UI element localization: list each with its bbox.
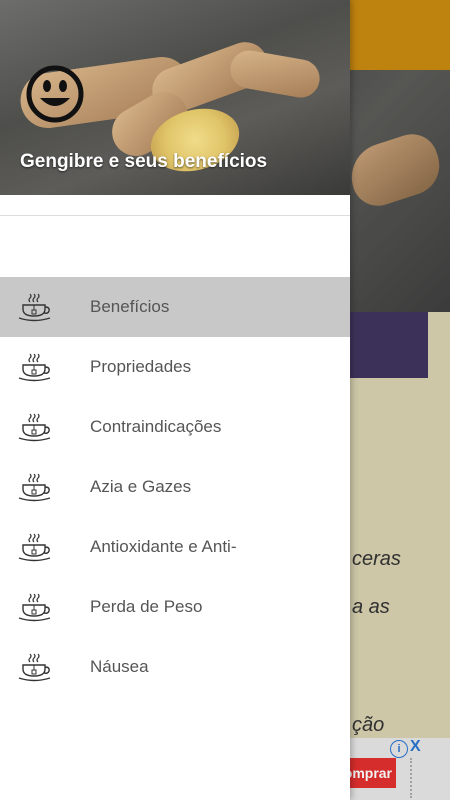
menu-item-propriedades[interactable]: Propriedades: [0, 337, 350, 397]
drawer-menu: Benefícios Propriedades Contraindicações…: [0, 277, 350, 697]
tea-cup-icon: [18, 293, 51, 322]
menu-item-label: Náusea: [90, 657, 149, 676]
menu-item-antioxidante[interactable]: Antioxidante e Anti-: [0, 517, 350, 577]
menu-item-label: Antioxidante e Anti-: [90, 537, 237, 556]
drawer-scrim[interactable]: [350, 0, 450, 800]
drawer-header: Gengibre e seus benefícios: [0, 0, 350, 195]
tea-cup-icon: [18, 533, 51, 562]
tea-cup-icon: [18, 653, 51, 682]
menu-item-contraindicacoes[interactable]: Contraindicações: [0, 397, 350, 457]
menu-item-nausea[interactable]: Náusea: [0, 637, 350, 697]
navigation-drawer: Gengibre e seus benefícios Benefícios Pr…: [0, 0, 350, 800]
menu-item-beneficios[interactable]: Benefícios: [0, 277, 350, 337]
drawer-divider: [0, 215, 350, 216]
menu-item-label: Propriedades: [90, 357, 192, 376]
menu-item-label: Benefícios: [90, 297, 170, 316]
tea-cup-icon: [18, 473, 51, 502]
menu-item-azia-e-gazes[interactable]: Azia e Gazes: [0, 457, 350, 517]
drawer-header-title: Gengibre e seus benefícios: [20, 151, 268, 172]
tea-cup-icon: [18, 593, 51, 622]
menu-item-perda-de-peso[interactable]: Perda de Peso: [0, 577, 350, 637]
tea-cup-icon: [18, 413, 51, 442]
smiley-face-icon: [26, 65, 84, 123]
menu-item-label: Perda de Peso: [90, 597, 203, 616]
menu-item-label: Contraindicações: [90, 417, 222, 436]
menu-item-label: Azia e Gazes: [90, 477, 192, 496]
tea-cup-icon: [18, 353, 51, 382]
